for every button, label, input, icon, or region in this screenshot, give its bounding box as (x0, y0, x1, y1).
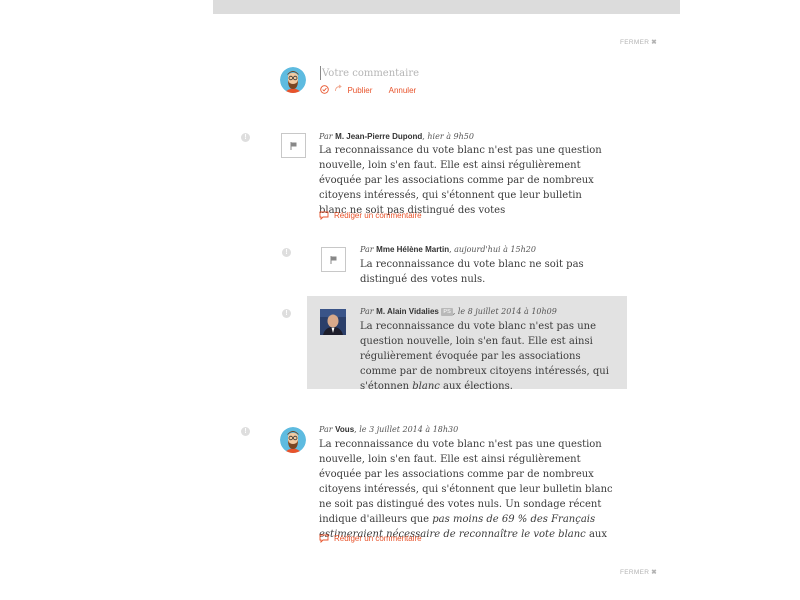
comment-text: La reconnaissance du vote blanc n'est pa… (360, 321, 609, 392)
comment-meta: Par M. Alain Vidalies PS, le 8 juillet 2… (360, 307, 557, 316)
user-avatar (280, 67, 306, 93)
report-flag-button[interactable] (321, 247, 346, 272)
close-x-icon: ✖ (651, 569, 657, 576)
reply-label: Rédiger un commentaire (334, 211, 422, 220)
info-bubble-icon: ! (282, 309, 291, 318)
comment-author[interactable]: Vous (335, 425, 354, 434)
info-bubble-icon: ! (282, 248, 291, 257)
close-button-bottom[interactable]: FERMER ✖ (620, 568, 657, 576)
comment-author[interactable]: Mme Hélène Martin (376, 245, 449, 254)
reply-link[interactable]: Rédiger un commentaire (319, 534, 422, 544)
comment-author[interactable]: M. Jean-Pierre Dupond (335, 132, 422, 141)
cancel-button[interactable]: Annuler (389, 86, 417, 95)
reply-link[interactable]: Rédiger un commentaire (319, 211, 422, 221)
flag-icon (290, 142, 297, 150)
politician-photo (320, 309, 346, 335)
check-circle-icon[interactable] (320, 85, 329, 95)
comment-author[interactable]: M. Alain Vidalies (376, 307, 439, 316)
report-flag-button[interactable] (281, 133, 306, 158)
comment-bubble-icon (319, 211, 329, 221)
refresh-arrow-icon (334, 84, 343, 95)
comment-text: La reconnaissance du vote blanc n'est pa… (319, 439, 613, 540)
info-bubble-icon: ! (241, 427, 250, 436)
comment-text: La reconnaissance du vote blanc n'est pa… (319, 145, 602, 216)
close-x-icon: ✖ (651, 39, 657, 46)
comment-meta: Par Mme Hélène Martin, aujourd'hui à 15h… (360, 245, 536, 254)
reply-label: Rédiger un commentaire (334, 534, 422, 543)
comment-date: , le 3 juillet 2014 à 18h30 (354, 425, 459, 434)
comment-meta: Par M. Jean-Pierre Dupond, hier à 9h50 (319, 132, 474, 141)
composer-actions: Publier Annuler (320, 84, 416, 95)
comment-date: , le 8 juillet 2014 à 10h09 (452, 307, 557, 316)
comment-bubble-icon (319, 534, 329, 544)
party-badge: PS (441, 308, 453, 316)
flag-icon (330, 256, 337, 264)
close-label: FERMER (620, 569, 650, 576)
comment-meta: Par Vous, le 3 juillet 2014 à 18h30 (319, 425, 459, 434)
comment-date: , hier à 9h50 (422, 132, 474, 141)
close-button-top[interactable]: FERMER ✖ (620, 38, 657, 46)
comment-date: , aujourd'hui à 15h20 (449, 245, 536, 254)
top-content-strip (213, 0, 680, 14)
comment-input[interactable] (320, 66, 622, 80)
comment-text: La reconnaissance du vote blanc ne soit … (360, 259, 584, 285)
user-avatar (280, 427, 306, 453)
close-label: FERMER (620, 39, 650, 46)
publish-button[interactable]: Publier (347, 86, 372, 95)
info-bubble-icon: ! (241, 133, 250, 142)
